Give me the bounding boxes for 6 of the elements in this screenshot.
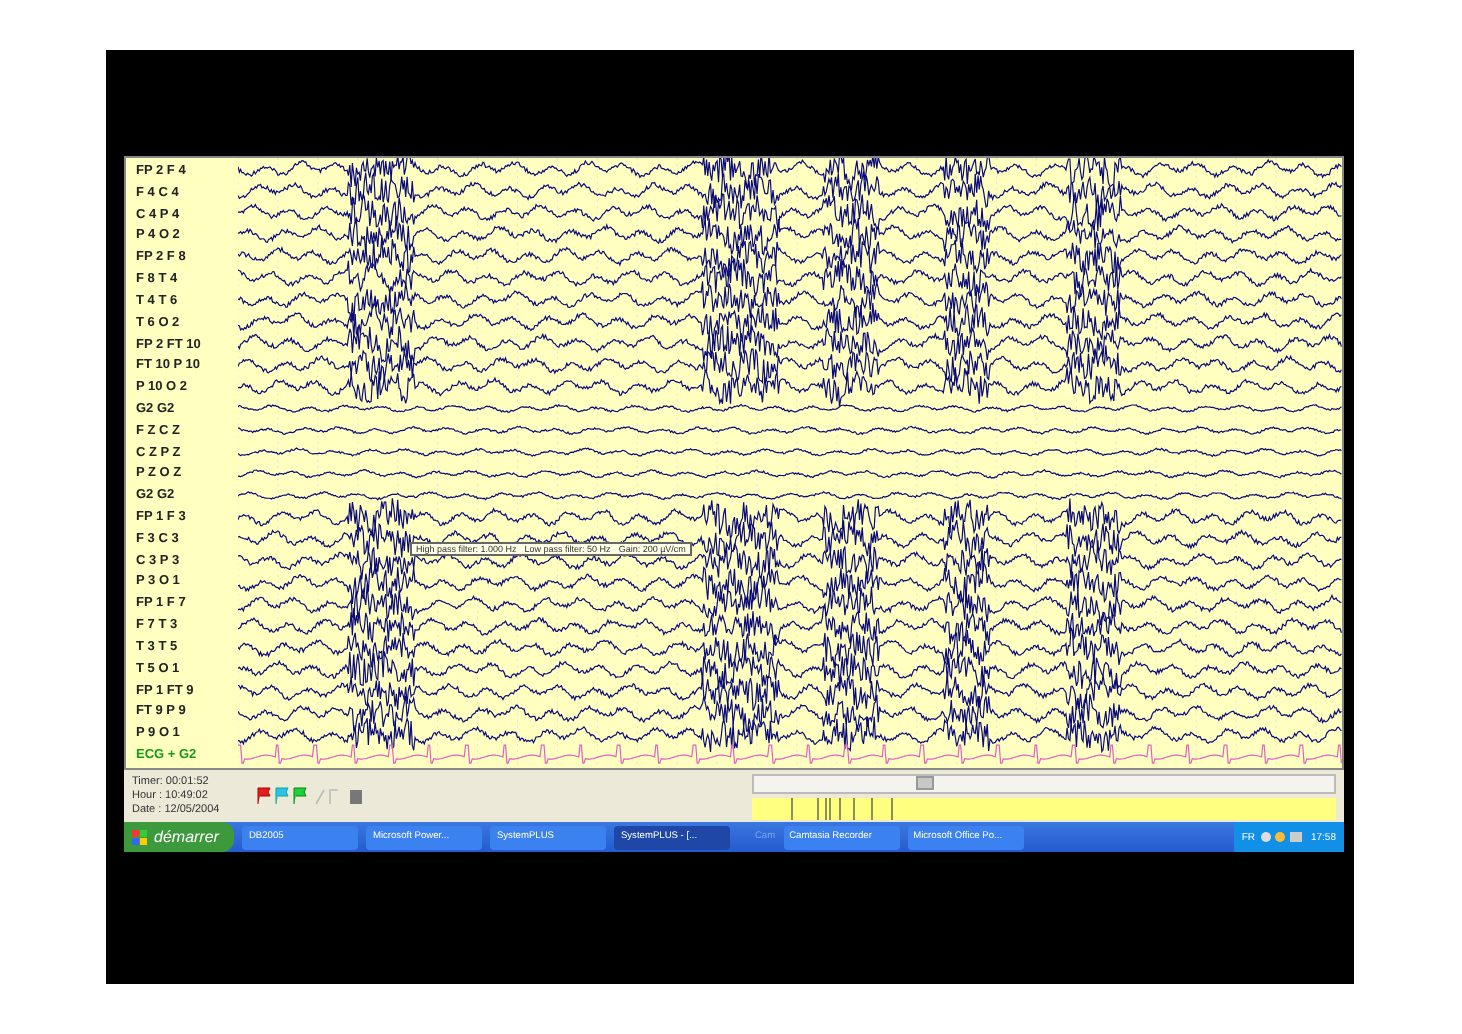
tray-icons[interactable]	[1260, 830, 1305, 844]
scroll-thumb[interactable]	[916, 775, 935, 789]
flag-icons[interactable]	[256, 786, 368, 806]
time-scrollbar[interactable]	[752, 773, 1336, 793]
start-button[interactable]: démarrer	[124, 822, 235, 852]
windows-logo-icon	[132, 829, 148, 845]
